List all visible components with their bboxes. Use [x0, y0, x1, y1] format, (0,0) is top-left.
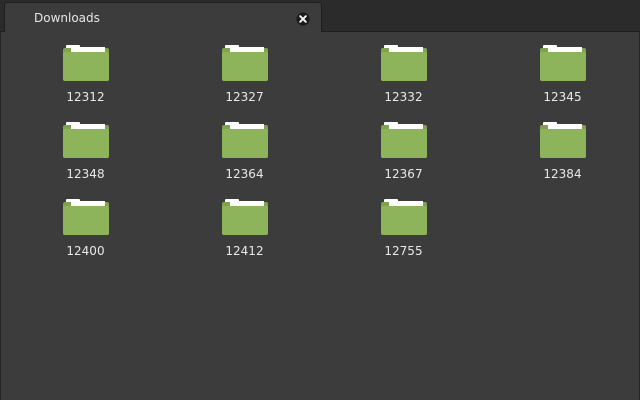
folder-icon: [62, 45, 109, 81]
tab-title: Downloads: [34, 11, 100, 25]
folder-item[interactable]: 12755: [324, 198, 483, 275]
folder-item[interactable]: 12312: [6, 44, 165, 121]
folder-label: 12345: [543, 90, 582, 104]
folder-icon: [539, 45, 586, 81]
folder-item[interactable]: 12348: [6, 121, 165, 198]
folder-label: 12332: [384, 90, 423, 104]
tab-downloads[interactable]: Downloads: [4, 2, 322, 33]
tab-bar: Downloads: [0, 0, 640, 33]
close-icon[interactable]: [295, 11, 311, 27]
folder-label: 12755: [384, 244, 423, 258]
folder-icon: [221, 199, 268, 235]
folder-label: 12364: [225, 167, 264, 181]
folder-label: 12400: [66, 244, 105, 258]
folder-item[interactable]: 12412: [165, 198, 324, 275]
folder-item[interactable]: 12367: [324, 121, 483, 198]
folder-label: 12384: [543, 167, 582, 181]
folder-icon: [380, 199, 427, 235]
folder-item[interactable]: 12364: [165, 121, 324, 198]
folder-icon: [221, 45, 268, 81]
folder-item[interactable]: 12327: [165, 44, 324, 121]
folder-icon: [62, 199, 109, 235]
folder-view[interactable]: 12312 12327 12332 12345 12348 12364 1236…: [0, 32, 640, 400]
folder-label: 12327: [225, 90, 264, 104]
folder-item[interactable]: 12400: [6, 198, 165, 275]
folder-icon: [62, 122, 109, 158]
folder-item[interactable]: 12345: [483, 44, 640, 121]
folder-item[interactable]: 12332: [324, 44, 483, 121]
folder-icon: [380, 122, 427, 158]
folder-icon: [380, 45, 427, 81]
folder-label: 12367: [384, 167, 423, 181]
folder-label: 12348: [66, 167, 105, 181]
folder-grid: 12312 12327 12332 12345 12348 12364 1236…: [6, 44, 640, 275]
file-manager-window: Downloads 12312 12327 12332 12345 12348 …: [0, 0, 640, 400]
folder-icon: [539, 122, 586, 158]
folder-item[interactable]: 12384: [483, 121, 640, 198]
folder-label: 12412: [225, 244, 264, 258]
folder-icon: [221, 122, 268, 158]
folder-label: 12312: [66, 90, 105, 104]
